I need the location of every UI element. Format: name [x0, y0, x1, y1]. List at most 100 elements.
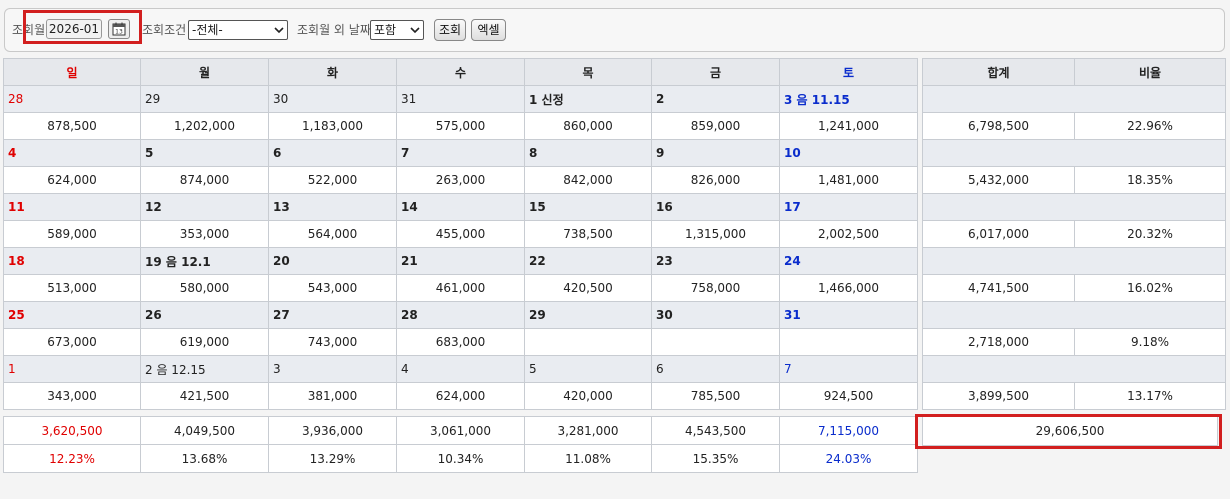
day-cell[interactable]: 19 음 12.1	[140, 247, 269, 275]
day-cell[interactable]: 17	[779, 193, 918, 221]
amount-cell: 874,000	[140, 166, 269, 194]
amount-cell: 522,000	[268, 166, 397, 194]
amount-cell	[651, 328, 780, 356]
amount-cell: 859,000	[651, 112, 780, 140]
day-cell[interactable]: 3	[268, 355, 397, 383]
outside-dates-value: 포함	[374, 23, 397, 37]
amount-cell: 1,315,000	[651, 220, 780, 248]
excel-button[interactable]: 엑셀	[471, 19, 506, 41]
summary-spacer-cell	[922, 85, 1226, 113]
amount-row: 673,000 619,000 743,000 683,000	[3, 328, 918, 356]
amount-cell: 1,241,000	[779, 112, 918, 140]
amount-cell: 1,481,000	[779, 166, 918, 194]
weekday-totals-table: 3,620,500 4,049,500 3,936,000 3,061,000 3,28…	[3, 416, 918, 473]
summary-row: 4,741,500 16.02%	[922, 274, 1226, 302]
date-row: 18 19 음 12.1 20 21 22 23 24	[3, 247, 918, 275]
day-cell[interactable]: 21	[396, 247, 525, 275]
amount-cell: 461,000	[396, 274, 525, 302]
amount-row: 513,000 580,000 543,000 461,000 420,500 758,0…	[3, 274, 918, 302]
date-row: 12 음 12.15 3 4 5 6 7	[3, 355, 918, 383]
day-cell[interactable]: 15	[524, 193, 652, 221]
weekday-ratio-cell: 24.03%	[779, 444, 918, 473]
weekday-ratio-cell: 13.29%	[268, 444, 397, 473]
day-cell[interactable]: 28	[3, 85, 141, 113]
outside-dates-select[interactable]: 포함	[370, 20, 424, 40]
chevron-down-icon	[410, 27, 420, 34]
day-cell[interactable]: 29	[524, 301, 652, 329]
amount-cell: 589,000	[3, 220, 141, 248]
amount-cell: 2,002,500	[779, 220, 918, 248]
amount-cell: 381,000	[268, 382, 397, 410]
day-cell[interactable]: 6	[268, 139, 397, 167]
weekday-header: 월	[140, 58, 269, 86]
summary-row: 2,718,000 9.18%	[922, 328, 1226, 356]
day-cell[interactable]: 27	[268, 301, 397, 329]
week-total-cell: 3,899,500	[922, 382, 1075, 410]
condition-label: 조회조건	[142, 23, 187, 37]
day-cell[interactable]: 7	[396, 139, 525, 167]
amount-cell: 420,000	[524, 382, 652, 410]
day-cell[interactable]: 31	[779, 301, 918, 329]
day-cell[interactable]: 5	[524, 355, 652, 383]
summary-header: 비율	[1074, 58, 1226, 86]
amount-cell: 455,000	[396, 220, 525, 248]
day-cell[interactable]: 6	[651, 355, 780, 383]
amount-cell: 543,000	[268, 274, 397, 302]
amount-row: 589,000 353,000 564,000 455,000 738,500 1,315…	[3, 220, 918, 248]
day-cell[interactable]: 2 음 12.15	[140, 355, 269, 383]
day-cell[interactable]: 9	[651, 139, 780, 167]
day-cell[interactable]: 14	[396, 193, 525, 221]
weekday-total-cell: 3,061,000	[396, 416, 525, 445]
day-cell[interactable]: 28	[396, 301, 525, 329]
day-cell[interactable]: 26	[140, 301, 269, 329]
day-cell[interactable]: 10	[779, 139, 918, 167]
day-cell[interactable]: 1 신정	[524, 85, 652, 113]
amount-cell: 683,000	[396, 328, 525, 356]
weekday-ratios-row: 12.23% 13.68% 13.29% 10.34% 11.08% 15.35% 24.0…	[3, 444, 918, 473]
search-button[interactable]: 조회	[434, 19, 466, 41]
date-row: 11 12 13 14 15 16 17	[3, 193, 918, 221]
day-cell[interactable]: 18	[3, 247, 141, 275]
day-cell[interactable]: 7	[779, 355, 918, 383]
day-cell[interactable]: 13	[268, 193, 397, 221]
amount-cell	[779, 328, 918, 356]
summary-spacer-cell	[922, 301, 1226, 329]
outside-dates-label: 조회월 외 날짜	[297, 23, 371, 37]
day-cell[interactable]: 30	[268, 85, 397, 113]
weekday-totals-row: 3,620,500 4,049,500 3,936,000 3,061,000 3,28…	[3, 416, 918, 445]
day-cell[interactable]: 30	[651, 301, 780, 329]
day-cell[interactable]: 24	[779, 247, 918, 275]
summary-spacer-cell	[922, 247, 1226, 275]
day-cell[interactable]: 11	[3, 193, 141, 221]
day-cell[interactable]: 4	[396, 355, 525, 383]
weekday-total-cell: 3,281,000	[524, 416, 652, 445]
summary-header: 합계	[922, 58, 1075, 86]
day-cell[interactable]: 1	[3, 355, 141, 383]
day-cell[interactable]: 4	[3, 139, 141, 167]
day-cell[interactable]: 5	[140, 139, 269, 167]
amount-cell: 619,000	[140, 328, 269, 356]
day-cell[interactable]: 8	[524, 139, 652, 167]
summary-header-row: 합계 비율	[922, 58, 1226, 86]
amount-row: 878,500 1,202,000 1,183,000 575,000 860,000 8…	[3, 112, 918, 140]
weekday-header: 화	[268, 58, 397, 86]
amount-cell: 743,000	[268, 328, 397, 356]
week-ratio-cell: 18.35%	[1074, 166, 1226, 194]
day-cell[interactable]: 25	[3, 301, 141, 329]
condition-select[interactable]: -전체-	[188, 20, 288, 40]
sales-calendar-table: 일 월 화 수 목 금 토 28 29 30 31 1 신정 2 3 음 11.15 878,…	[3, 58, 918, 410]
day-cell[interactable]: 12	[140, 193, 269, 221]
summary-spacer-row	[922, 193, 1226, 221]
summary-row: 5,432,000 18.35%	[922, 166, 1226, 194]
amount-cell: 1,183,000	[268, 112, 397, 140]
day-cell[interactable]: 20	[268, 247, 397, 275]
day-cell[interactable]: 31	[396, 85, 525, 113]
amount-cell: 878,500	[3, 112, 141, 140]
day-cell[interactable]: 2	[651, 85, 780, 113]
day-cell[interactable]: 3 음 11.15	[779, 85, 918, 113]
day-cell[interactable]: 16	[651, 193, 780, 221]
day-cell[interactable]: 29	[140, 85, 269, 113]
weekday-ratio-cell: 13.68%	[140, 444, 269, 473]
day-cell[interactable]: 23	[651, 247, 780, 275]
day-cell[interactable]: 22	[524, 247, 652, 275]
